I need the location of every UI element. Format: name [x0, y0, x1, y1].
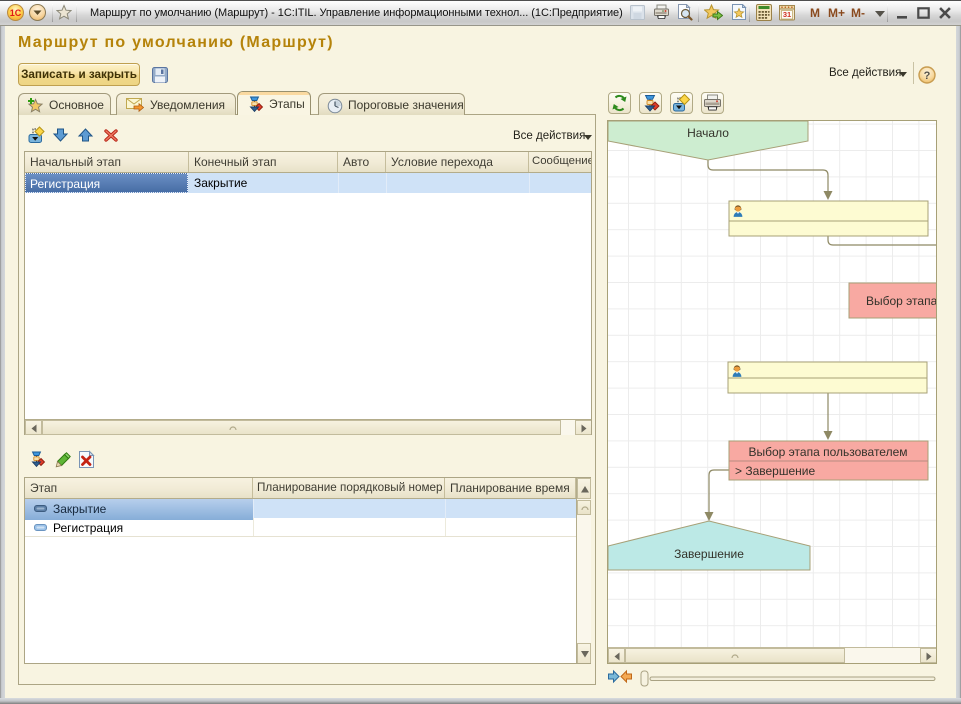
svg-text:Начало: Начало — [687, 126, 729, 140]
svg-text:> Завершение: > Завершение — [735, 464, 815, 478]
svg-text:Завершение: Завершение — [674, 547, 744, 561]
svg-text:Выбор этапа п: Выбор этапа п — [866, 294, 937, 308]
svg-text:Выбор этапа пользователем: Выбор этапа пользователем — [749, 445, 908, 459]
